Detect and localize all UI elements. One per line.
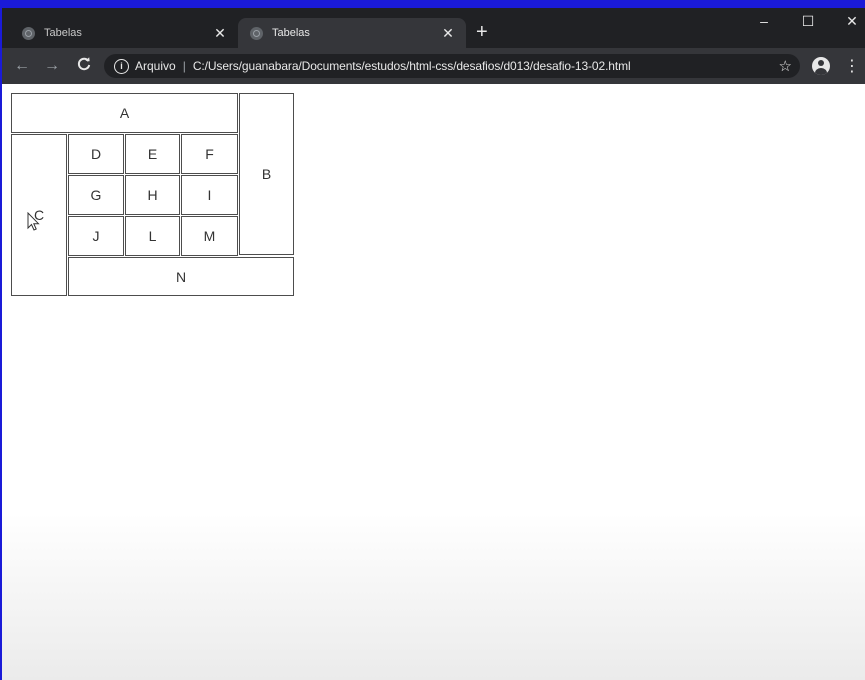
mouse-cursor-icon [27, 212, 40, 231]
window-close-button[interactable]: ✕ [842, 13, 862, 30]
info-icon[interactable]: i [114, 58, 129, 74]
tab-strip: Tabelas ✕ Tabelas ✕ + – ☐ ✕ [2, 8, 865, 48]
globe-icon [22, 26, 35, 40]
cell-f: F [181, 134, 238, 174]
address-bar[interactable]: i Arquivo | C:/Users/guanabara/Documents… [104, 54, 800, 78]
cell-h: H [125, 175, 180, 215]
new-tab-button[interactable]: + [476, 22, 488, 42]
reload-icon [77, 57, 91, 71]
profile-avatar-icon[interactable] [812, 57, 830, 75]
globe-icon [250, 26, 263, 40]
separator: | [182, 59, 186, 73]
cell-b: B [239, 93, 294, 255]
menu-icon[interactable]: ⋮ [844, 56, 860, 76]
tab-2-active[interactable]: Tabelas ✕ [238, 18, 466, 48]
cell-i: I [181, 175, 238, 215]
tab-close-icon[interactable]: ✕ [438, 25, 458, 42]
cell-j: J [68, 216, 124, 256]
scheme-label: Arquivo [135, 59, 176, 73]
tab-close-icon[interactable]: ✕ [210, 25, 230, 42]
tab-title: Tabelas [44, 27, 82, 39]
cell-m: M [181, 216, 238, 256]
cell-a: A [11, 93, 238, 133]
cell-g: G [68, 175, 124, 215]
cell-d: D [68, 134, 124, 174]
browser-toolbar: ← → i Arquivo | C:/Users/guanabara/Docum… [2, 48, 865, 84]
cell-e: E [125, 134, 180, 174]
tab-title: Tabelas [272, 27, 310, 39]
cell-l: L [125, 216, 180, 256]
tab-1[interactable]: Tabelas ✕ [10, 18, 238, 48]
star-icon[interactable]: ☆ [779, 57, 792, 75]
maximize-button[interactable]: ☐ [798, 13, 818, 30]
minimize-button[interactable]: – [754, 13, 774, 29]
url-text[interactable]: C:/Users/guanabara/Documents/estudos/htm… [193, 59, 631, 73]
page-viewport: A B C D E F G H I J L M N [2, 84, 865, 680]
forward-button[interactable]: → [42, 56, 62, 76]
back-button[interactable]: ← [12, 56, 32, 76]
reload-button[interactable] [74, 56, 94, 76]
cell-n: N [68, 257, 294, 296]
browser-window: Tabelas ✕ Tabelas ✕ + – ☐ ✕ ← → i Arquiv… [2, 8, 865, 680]
